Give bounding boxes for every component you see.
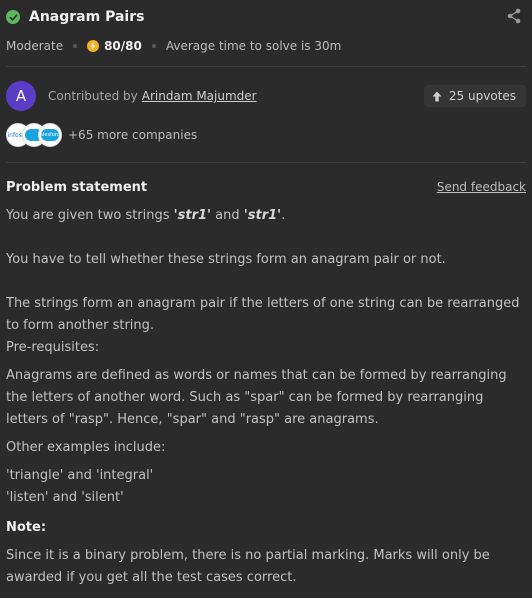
share-icon[interactable]	[506, 8, 522, 24]
example-line: 'listen' and 'silent'	[6, 490, 124, 505]
example-line: 'triangle' and 'integral'	[6, 468, 154, 483]
companies-row[interactable]: infosys salesforce +65 more companies	[6, 123, 197, 147]
avatar: A	[6, 81, 36, 111]
problem-header: Anagram Pairs	[6, 7, 524, 27]
divider	[6, 162, 526, 163]
problem-title: Anagram Pairs	[29, 9, 145, 25]
score-value: 80/80	[104, 39, 142, 53]
arrow-up-icon	[432, 91, 442, 101]
solved-check-icon	[6, 10, 20, 24]
send-feedback-link[interactable]: Send feedback	[437, 180, 526, 194]
statement-paragraph: You have to tell whether these strings f…	[6, 252, 446, 267]
company-logo: salesforce	[38, 123, 62, 147]
note-heading: Note:	[6, 520, 47, 535]
separator-dot	[73, 44, 78, 48]
average-time: Average time to solve is 30m	[165, 39, 342, 53]
upvote-button[interactable]: 25 upvotes	[423, 85, 526, 107]
company-logos: infosys salesforce	[6, 123, 62, 147]
statement-paragraph: Since it is a binary problem, there is n…	[6, 548, 490, 585]
difficulty-label: Moderate	[6, 39, 64, 53]
statement-paragraph: Other examples include:	[6, 440, 166, 455]
problem-panel: Anagram Pairs Moderate 80/80 Average tim…	[0, 0, 532, 598]
more-companies-link[interactable]: +65 more companies	[68, 128, 197, 142]
statement-paragraph: Anagrams are defined as words or names t…	[6, 368, 507, 427]
lightning-icon	[87, 40, 100, 52]
problem-statement-title: Problem statement	[6, 179, 148, 195]
divider	[6, 66, 526, 67]
upvote-count: 25 upvotes	[448, 89, 516, 103]
contributor-row: A Contributed by Arindam Majumder 25 upv…	[6, 81, 526, 111]
statement-paragraph: Pre-requisites:	[6, 340, 100, 355]
problem-statement-body: You are given two strings 'str1' and 'st…	[6, 205, 522, 589]
contributor-link[interactable]: Arindam Majumder	[142, 89, 257, 103]
statement-paragraph: You are given two strings 'str1' and 'st…	[6, 208, 286, 223]
statement-paragraph: The strings form an anagram pair if the …	[6, 296, 520, 333]
separator-dot	[151, 44, 156, 48]
problem-meta: Moderate 80/80 Average time to solve is …	[6, 38, 341, 54]
contributed-by-label: Contributed by	[48, 89, 138, 103]
problem-statement-header: Problem statement Send feedback	[6, 178, 526, 196]
